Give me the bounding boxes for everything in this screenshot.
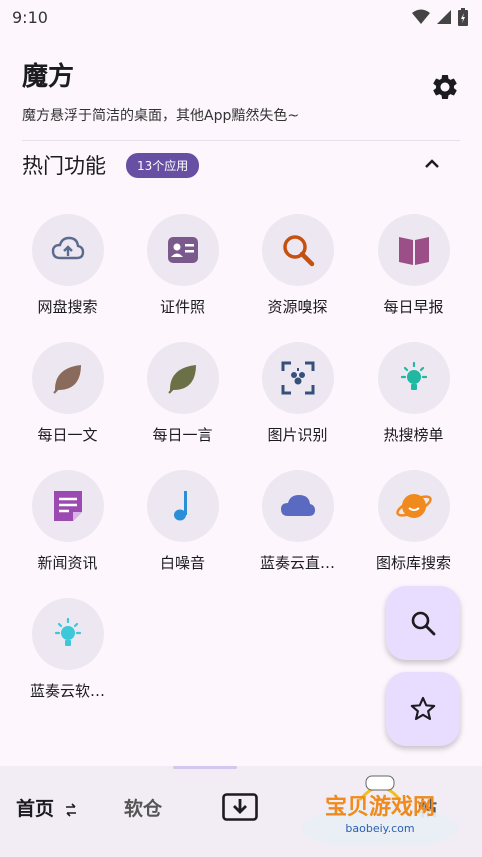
- download-icon[interactable]: [222, 793, 258, 821]
- feature-item[interactable]: 白噪音: [125, 470, 240, 573]
- header-divider: [22, 140, 460, 141]
- status-bar: 9:10: [0, 0, 482, 34]
- home-indicator-area: [0, 846, 482, 857]
- feature-label: 蓝奏云直…: [259, 554, 335, 572]
- feature-item[interactable]: 热搜榜单: [356, 342, 471, 445]
- feature-item[interactable]: 新闻资讯: [10, 470, 125, 573]
- note-icon: [53, 491, 82, 521]
- app-header: 魔方 魔方悬浮于简洁的桌面，其他App黯然失色~: [22, 56, 462, 125]
- search-icon: [411, 611, 436, 636]
- lightbulb-icon: [54, 617, 81, 646]
- feature-icon-circle: [377, 342, 450, 414]
- feature-item[interactable]: 网盘搜索: [10, 214, 125, 317]
- favorites-fab[interactable]: [386, 672, 460, 746]
- feature-item[interactable]: 证件照: [125, 214, 240, 317]
- feature-icon-circle: [31, 470, 104, 542]
- watermark-url: baobeiy.com: [345, 822, 414, 835]
- scan-icon: [281, 361, 314, 395]
- nav-indicator: [173, 766, 237, 769]
- feature-icon-circle: [146, 214, 219, 286]
- chevron-up-icon[interactable]: [420, 152, 444, 176]
- feature-icon-circle: [31, 342, 104, 414]
- feature-item[interactable]: 每日一言: [125, 342, 240, 445]
- feature-label: 每日一言: [152, 426, 213, 444]
- search-icon: [282, 235, 314, 267]
- music-note-icon: [173, 491, 187, 521]
- cloud-upload-icon: [51, 236, 84, 260]
- feature-label: 每日早报: [383, 298, 444, 316]
- watermark-logo: 宝贝游戏网 baobeiy.com: [302, 775, 458, 850]
- search-fab[interactable]: [386, 586, 460, 660]
- feature-label: 热搜榜单: [383, 426, 444, 444]
- status-icons: [412, 8, 468, 26]
- nav-tab-home[interactable]: 首页: [16, 794, 78, 821]
- feature-label: 网盘搜索: [37, 298, 98, 316]
- battery-icon: [458, 8, 468, 26]
- feature-label: 白噪音: [159, 554, 205, 572]
- feature-icon-circle: [146, 470, 219, 542]
- feature-item[interactable]: 蓝奏云软…: [10, 598, 125, 701]
- nav-home-label: 首页: [16, 798, 55, 820]
- planet-icon: [395, 494, 432, 518]
- status-time: 9:10: [12, 7, 48, 27]
- feature-icon-circle: [261, 470, 334, 542]
- book-icon: [398, 237, 429, 265]
- feature-label: 资源嗅探: [267, 298, 328, 316]
- feature-icon-circle: [377, 214, 450, 286]
- wifi-icon: [412, 9, 430, 24]
- feature-item[interactable]: 每日早报: [356, 214, 471, 317]
- settings-gear-icon[interactable]: [430, 72, 460, 102]
- feature-item[interactable]: 资源嗅探: [240, 214, 355, 317]
- lightbulb-icon: [400, 361, 427, 390]
- id-card-icon: [167, 237, 198, 263]
- feature-item[interactable]: 每日一文: [10, 342, 125, 445]
- app-count-badge: 13个应用: [126, 152, 200, 178]
- feature-icon-circle: [31, 214, 104, 286]
- leaf-icon: [167, 365, 196, 394]
- feature-item[interactable]: 图片识别: [240, 342, 355, 445]
- app-title: 魔方: [22, 62, 75, 92]
- section-title: 热门功能: [22, 154, 106, 178]
- leaf-icon: [52, 365, 81, 394]
- feature-label: 图标库搜索: [375, 554, 451, 572]
- feature-icon-circle: [146, 342, 219, 414]
- feature-label: 每日一文: [37, 426, 98, 444]
- feature-icon-circle: [377, 470, 450, 542]
- watermark-text: 宝贝游戏网: [325, 794, 435, 820]
- feature-icon-circle: [31, 598, 104, 670]
- app-subtitle: 魔方悬浮于简洁的桌面，其他App黯然失色~: [22, 108, 300, 124]
- star-icon: [410, 696, 436, 721]
- feature-label: 新闻资讯: [37, 554, 98, 572]
- feature-icon-circle: [261, 214, 334, 286]
- feature-label: 证件照: [159, 298, 205, 316]
- nav-tab-market[interactable]: 软仓: [124, 794, 162, 821]
- signal-icon: [437, 10, 451, 24]
- section-header[interactable]: 热门功能 13个应用: [22, 148, 452, 182]
- cloud-icon: [280, 495, 315, 516]
- feature-icon-circle: [261, 342, 334, 414]
- feature-label: 图片识别: [267, 426, 328, 444]
- feature-item[interactable]: 蓝奏云直…: [240, 470, 355, 573]
- feature-label: 蓝奏云软…: [29, 682, 105, 700]
- feature-item[interactable]: 图标库搜索: [356, 470, 471, 573]
- swap-icon: [65, 802, 76, 817]
